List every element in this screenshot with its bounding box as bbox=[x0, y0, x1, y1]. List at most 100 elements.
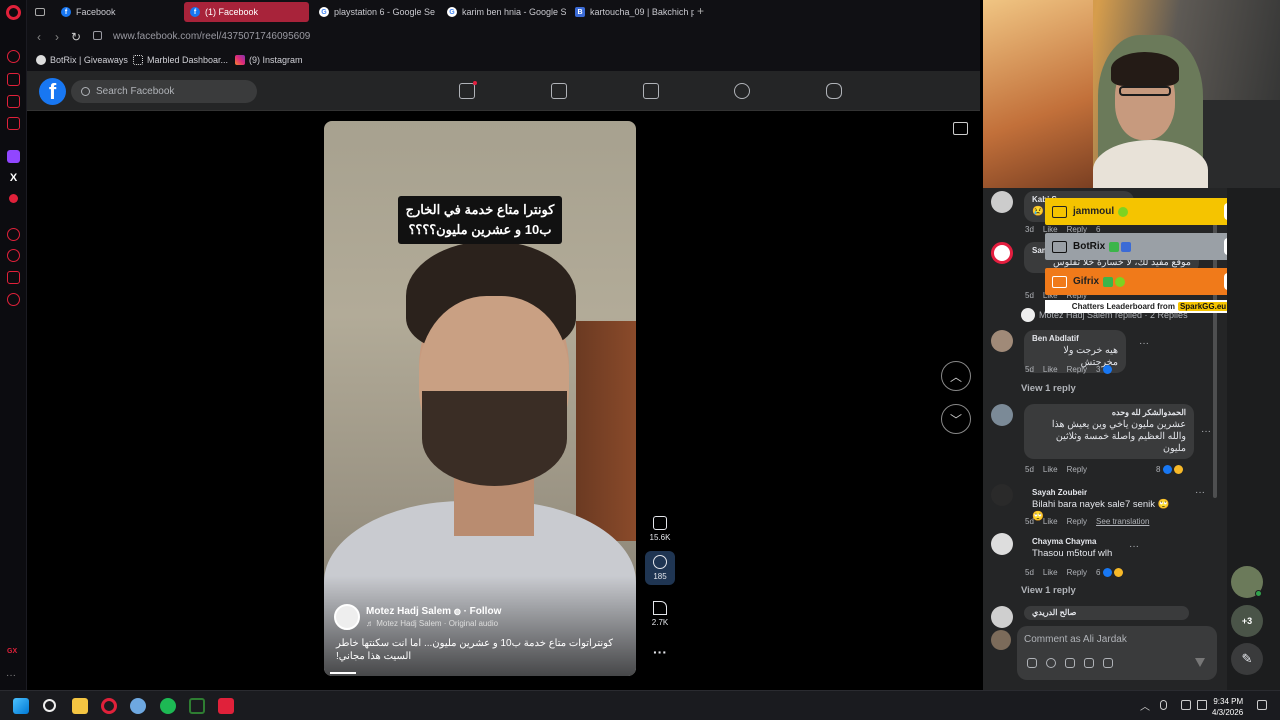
avatar-sticker-icon[interactable] bbox=[1027, 658, 1037, 668]
commenter-avatar[interactable] bbox=[991, 606, 1013, 628]
sidebar-app-icon[interactable] bbox=[7, 50, 20, 63]
reply-link[interactable]: Reply bbox=[1067, 365, 1087, 374]
notification-icon[interactable] bbox=[1257, 700, 1267, 710]
opera-logo-icon[interactable] bbox=[6, 5, 21, 20]
tab-bakchich[interactable]: B kartoucha_09 | Bakchich p bbox=[569, 2, 694, 22]
like-link[interactable]: Like bbox=[1043, 517, 1058, 526]
sidebar-app-icon[interactable] bbox=[7, 228, 20, 241]
sidebar-app-icon[interactable] bbox=[7, 117, 20, 130]
history-icon[interactable] bbox=[7, 249, 20, 262]
sidebar-app-icon[interactable] bbox=[7, 73, 20, 86]
search-input[interactable]: Search Facebook bbox=[71, 80, 257, 103]
like-link[interactable]: Like bbox=[1043, 365, 1058, 374]
more-options-button[interactable]: ··· bbox=[645, 644, 675, 660]
reel-video[interactable]: كونترا متاع خدمة في الخارج ب10 و عشرين م… bbox=[324, 121, 636, 676]
comment-options-icon[interactable]: ··· bbox=[1129, 541, 1139, 552]
view-replies-link[interactable]: View 1 reply bbox=[1021, 383, 1076, 394]
reel-author[interactable]: Motez Hadj Salem ◍ · Follow ♬ Motez Hadj… bbox=[334, 604, 501, 630]
reel-audio[interactable]: ♬ Motez Hadj Salem · Original audio bbox=[366, 619, 501, 628]
commenter-name[interactable]: Sayah Zoubeir bbox=[1032, 488, 1181, 497]
commenter-avatar[interactable] bbox=[991, 533, 1013, 555]
bookmark-botrix[interactable]: BotRix | Giveaways bbox=[36, 55, 128, 65]
like-link[interactable]: Like bbox=[1043, 568, 1058, 577]
comment-options-icon[interactable]: ··· bbox=[1201, 426, 1211, 437]
app-icon[interactable] bbox=[189, 698, 205, 714]
reply-link[interactable]: Reply bbox=[1067, 517, 1087, 526]
video-icon[interactable] bbox=[551, 83, 567, 99]
groups-icon[interactable] bbox=[734, 83, 750, 99]
search-placeholder: Search Facebook bbox=[96, 86, 175, 97]
tab-facebook[interactable]: f Facebook bbox=[55, 2, 180, 22]
x-icon[interactable]: X bbox=[7, 172, 20, 185]
commenter-avatar[interactable] bbox=[991, 191, 1013, 213]
opera-gx-icon[interactable] bbox=[101, 698, 117, 714]
network-icon[interactable] bbox=[1181, 700, 1191, 710]
commenter-name[interactable]: Ben Abdlatif bbox=[1032, 334, 1118, 343]
facebook-logo-icon[interactable]: f bbox=[39, 78, 66, 105]
back-icon[interactable]: ‹ bbox=[37, 30, 41, 44]
like-button[interactable]: 15.6K bbox=[645, 516, 675, 542]
sidebar-more-icon[interactable]: ··· bbox=[6, 670, 16, 681]
bookmark-marbled[interactable]: Marbled Dashboar... bbox=[133, 55, 228, 65]
tab-google-playstation[interactable]: G playstation 6 - Google Se bbox=[313, 2, 438, 22]
view-replies-link[interactable]: View 1 reply bbox=[1021, 585, 1076, 596]
camera-icon[interactable] bbox=[1065, 658, 1075, 668]
bookmark-instagram[interactable]: (9) Instagram bbox=[235, 55, 303, 65]
spotify-icon[interactable] bbox=[160, 698, 176, 714]
forward-icon[interactable]: › bbox=[55, 30, 59, 44]
tab-switcher-icon[interactable] bbox=[33, 2, 49, 22]
gif-icon[interactable] bbox=[1084, 658, 1094, 668]
tab-facebook-active[interactable]: f (1) Facebook bbox=[184, 2, 309, 22]
twitch-icon[interactable] bbox=[7, 150, 20, 163]
video-progress-bar[interactable] bbox=[330, 672, 356, 674]
commenter-avatar[interactable] bbox=[991, 404, 1013, 426]
app-icon[interactable] bbox=[130, 698, 146, 714]
settings-icon[interactable] bbox=[7, 293, 20, 306]
marketplace-icon[interactable] bbox=[643, 83, 659, 99]
commenter-name[interactable]: الحمدوالشكر لله وحده bbox=[1032, 408, 1186, 417]
commenter-name[interactable]: صالح الدريدي bbox=[1032, 608, 1181, 617]
comments-scrollbar[interactable] bbox=[1213, 218, 1217, 498]
new-tab-button[interactable]: + bbox=[697, 4, 704, 18]
next-reel-button[interactable]: ﹀ bbox=[941, 404, 971, 434]
app-icon[interactable] bbox=[218, 698, 234, 714]
url-field[interactable]: www.facebook.com/reel/4375071746095609 bbox=[113, 31, 310, 42]
windows-start-icon[interactable] bbox=[13, 698, 29, 714]
commenter-name[interactable]: Chayma Chayma bbox=[1032, 537, 1114, 546]
panel-toggle-icon[interactable] bbox=[953, 122, 968, 135]
commenter-avatar[interactable] bbox=[991, 330, 1013, 352]
follow-button[interactable]: · Follow bbox=[464, 606, 502, 617]
reload-icon[interactable]: ↻ bbox=[71, 30, 81, 44]
author-name[interactable]: Motez Hadj Salem bbox=[366, 606, 451, 617]
commenter-avatar[interactable] bbox=[991, 484, 1013, 506]
gaming-icon[interactable] bbox=[826, 83, 842, 99]
sticker-icon[interactable] bbox=[1103, 658, 1113, 668]
send-icon[interactable] bbox=[1195, 658, 1205, 668]
tab-google-karim[interactable]: G karim ben hnia - Google S bbox=[441, 2, 566, 22]
sidebar-app-icon[interactable] bbox=[9, 194, 18, 203]
taskbar-clock[interactable]: 9:34 PM 4/3/2026 bbox=[1212, 696, 1243, 718]
comment-options-icon[interactable]: ··· bbox=[1195, 487, 1205, 498]
volume-icon[interactable] bbox=[1197, 700, 1207, 710]
commenter-avatar[interactable] bbox=[991, 242, 1013, 264]
search-icon[interactable] bbox=[43, 699, 56, 712]
mic-icon[interactable] bbox=[1160, 700, 1167, 710]
comment-button[interactable]: 185 bbox=[645, 551, 675, 585]
previous-reel-button[interactable]: ︿ bbox=[941, 361, 971, 391]
tray-overflow-icon[interactable]: ︿ bbox=[1140, 698, 1150, 713]
reply-link[interactable]: Reply bbox=[1067, 465, 1087, 474]
see-translation-link[interactable]: See translation bbox=[1096, 517, 1149, 526]
more-contacts-button[interactable]: +3 bbox=[1231, 605, 1263, 637]
home-icon[interactable] bbox=[459, 83, 475, 99]
emoji-icon[interactable] bbox=[1046, 658, 1056, 668]
gx-icon[interactable]: GX bbox=[7, 648, 20, 661]
sidebar-app-icon[interactable] bbox=[7, 271, 20, 284]
new-message-button[interactable]: ✎ bbox=[1231, 643, 1263, 675]
sidebar-app-icon[interactable] bbox=[7, 95, 20, 108]
comment-options-icon[interactable]: ··· bbox=[1139, 338, 1149, 349]
file-explorer-icon[interactable] bbox=[72, 698, 88, 714]
author-avatar[interactable] bbox=[334, 604, 360, 630]
reply-link[interactable]: Reply bbox=[1067, 568, 1087, 577]
like-link[interactable]: Like bbox=[1043, 465, 1058, 474]
share-button[interactable]: 2.7K bbox=[645, 601, 675, 627]
